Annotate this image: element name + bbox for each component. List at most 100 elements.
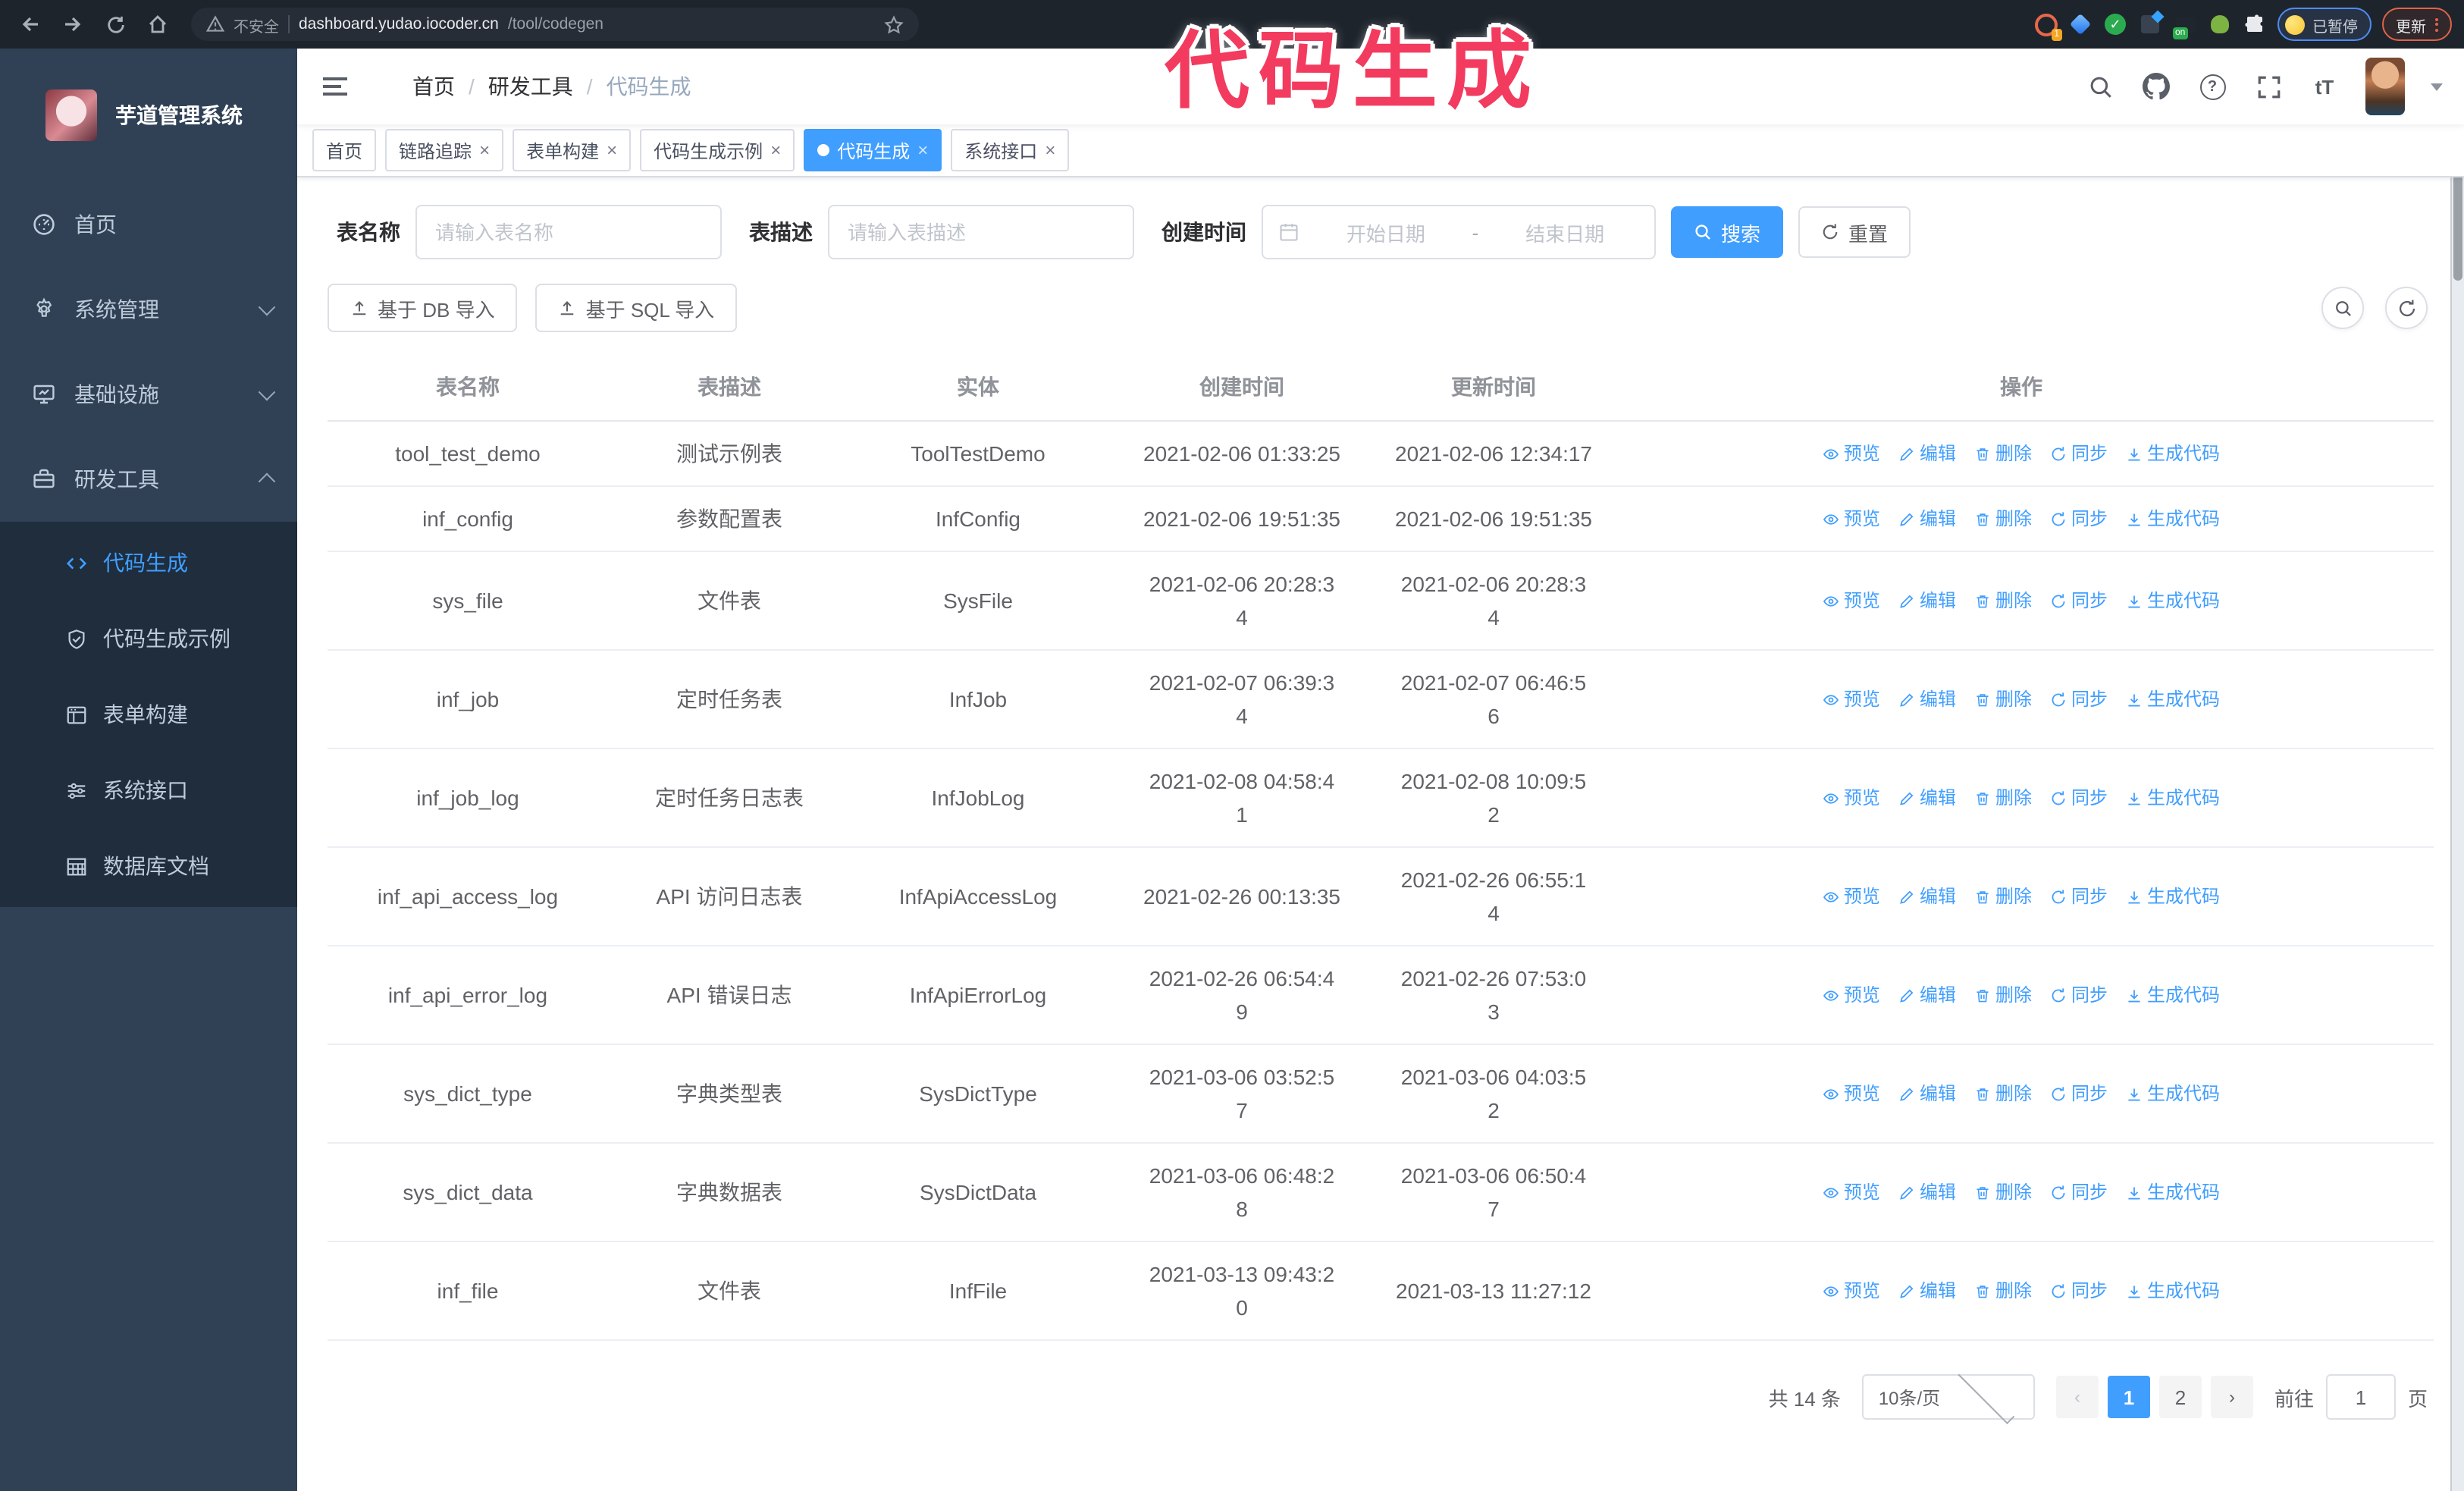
extension-green-icon[interactable] bbox=[2208, 12, 2232, 36]
extension-check-icon[interactable] bbox=[2103, 12, 2127, 36]
preview-link[interactable]: 预览 bbox=[1823, 683, 1880, 716]
github-icon[interactable] bbox=[2141, 71, 2171, 102]
generate-code-link[interactable]: 生成代码 bbox=[2126, 584, 2220, 617]
extension-gem-icon[interactable] bbox=[2068, 12, 2093, 36]
sync-link[interactable]: 同步 bbox=[2050, 1077, 2108, 1110]
tab-tracing[interactable]: 链路追踪 bbox=[385, 129, 504, 171]
generate-code-link[interactable]: 生成代码 bbox=[2126, 1077, 2220, 1110]
sidebar-item-infra[interactable]: 基础设施 bbox=[0, 352, 297, 437]
close-icon[interactable] bbox=[479, 141, 490, 159]
delete-link[interactable]: 删除 bbox=[1974, 1077, 2032, 1110]
delete-link[interactable]: 删除 bbox=[1974, 880, 2032, 913]
refresh-table-button[interactable] bbox=[2385, 287, 2428, 329]
extension-on-icon[interactable]: on bbox=[2172, 12, 2197, 39]
extension-grid-icon[interactable] bbox=[2138, 12, 2162, 36]
back-icon[interactable] bbox=[12, 6, 49, 42]
date-range-picker[interactable]: 开始日期 - 结束日期 bbox=[1262, 205, 1656, 259]
sync-link[interactable]: 同步 bbox=[2050, 880, 2108, 913]
tab-codegen[interactable]: 代码生成 bbox=[804, 129, 942, 171]
generate-code-link[interactable]: 生成代码 bbox=[2126, 1274, 2220, 1307]
preview-link[interactable]: 预览 bbox=[1823, 584, 1880, 617]
help-icon[interactable] bbox=[2197, 71, 2227, 102]
close-icon[interactable] bbox=[607, 141, 617, 159]
breadcrumb-devtools[interactable]: 研发工具 bbox=[488, 71, 573, 102]
edit-link[interactable]: 编辑 bbox=[1898, 1274, 1956, 1307]
sync-link[interactable]: 同步 bbox=[2050, 978, 2108, 1012]
sidebar-logo[interactable]: 芋道管理系统 bbox=[0, 49, 297, 182]
sidebar-item-codegen[interactable]: 代码生成 bbox=[0, 525, 297, 601]
table-desc-input[interactable] bbox=[828, 205, 1134, 259]
extensions-puzzle-icon[interactable] bbox=[2243, 12, 2267, 36]
preview-link[interactable]: 预览 bbox=[1823, 437, 1880, 470]
edit-link[interactable]: 编辑 bbox=[1898, 1176, 1956, 1209]
edit-link[interactable]: 编辑 bbox=[1898, 1077, 1956, 1110]
update-button[interactable]: 更新 bbox=[2382, 8, 2452, 41]
browser-scrollbar[interactable] bbox=[2450, 49, 2464, 1491]
close-icon[interactable] bbox=[917, 141, 928, 159]
delete-link[interactable]: 删除 bbox=[1974, 978, 2032, 1012]
tab-form-builder[interactable]: 表单构建 bbox=[513, 129, 632, 171]
table-name-input[interactable] bbox=[415, 205, 722, 259]
page-button-1[interactable]: 1 bbox=[2107, 1376, 2150, 1418]
hamburger-icon[interactable] bbox=[297, 49, 373, 124]
delete-link[interactable]: 删除 bbox=[1974, 1176, 2032, 1209]
generate-code-link[interactable]: 生成代码 bbox=[2126, 978, 2220, 1012]
sidebar-item-db-doc[interactable]: 数据库文档 bbox=[0, 828, 297, 904]
generate-code-link[interactable]: 生成代码 bbox=[2126, 502, 2220, 535]
edit-link[interactable]: 编辑 bbox=[1898, 978, 1956, 1012]
extension-orange-icon[interactable]: 1 bbox=[2033, 12, 2062, 41]
sidebar-item-form-builder[interactable]: 表单构建 bbox=[0, 676, 297, 752]
preview-link[interactable]: 预览 bbox=[1823, 880, 1880, 913]
import-db-button[interactable]: 基于 DB 导入 bbox=[328, 284, 518, 332]
page-size-select[interactable]: 10条/页 bbox=[1861, 1367, 2035, 1424]
edit-link[interactable]: 编辑 bbox=[1898, 502, 1956, 535]
sync-link[interactable]: 同步 bbox=[2050, 1274, 2108, 1307]
sidebar-item-devtools[interactable]: 研发工具 bbox=[0, 437, 297, 522]
delete-link[interactable]: 删除 bbox=[1974, 1274, 2032, 1307]
sync-link[interactable]: 同步 bbox=[2050, 584, 2108, 617]
tab-codegen-example[interactable]: 代码生成示例 bbox=[640, 129, 795, 171]
fullscreen-icon[interactable] bbox=[2253, 71, 2284, 102]
search-button[interactable]: 搜索 bbox=[1671, 206, 1784, 258]
generate-code-link[interactable]: 生成代码 bbox=[2126, 781, 2220, 815]
generate-code-link[interactable]: 生成代码 bbox=[2126, 683, 2220, 716]
font-size-icon[interactable] bbox=[2309, 71, 2340, 102]
edit-link[interactable]: 编辑 bbox=[1898, 437, 1956, 470]
close-icon[interactable] bbox=[1045, 141, 1055, 159]
generate-code-link[interactable]: 生成代码 bbox=[2126, 880, 2220, 913]
preview-link[interactable]: 预览 bbox=[1823, 502, 1880, 535]
close-icon[interactable] bbox=[770, 141, 781, 159]
preview-link[interactable]: 预览 bbox=[1823, 1077, 1880, 1110]
prev-page-button[interactable]: ‹ bbox=[2055, 1376, 2099, 1418]
user-avatar[interactable] bbox=[2365, 58, 2405, 115]
reload-icon[interactable] bbox=[97, 6, 133, 42]
sync-link[interactable]: 同步 bbox=[2050, 437, 2108, 470]
kebab-menu-icon[interactable] bbox=[2435, 17, 2438, 31]
forward-icon[interactable] bbox=[55, 6, 91, 42]
preview-link[interactable]: 预览 bbox=[1823, 1274, 1880, 1307]
home-icon[interactable] bbox=[140, 6, 176, 42]
edit-link[interactable]: 编辑 bbox=[1898, 683, 1956, 716]
preview-link[interactable]: 预览 bbox=[1823, 1176, 1880, 1209]
breadcrumb-home[interactable]: 首页 bbox=[412, 71, 455, 102]
tab-system-api[interactable]: 系统接口 bbox=[951, 129, 1070, 171]
sidebar-item-system-api[interactable]: 系统接口 bbox=[0, 752, 297, 828]
edit-link[interactable]: 编辑 bbox=[1898, 880, 1956, 913]
search-icon[interactable] bbox=[2085, 71, 2115, 102]
bookmark-star-icon[interactable] bbox=[884, 14, 904, 34]
preview-link[interactable]: 预览 bbox=[1823, 978, 1880, 1012]
sidebar-item-home[interactable]: 首页 bbox=[0, 182, 297, 267]
sync-link[interactable]: 同步 bbox=[2050, 781, 2108, 815]
sidebar-item-codegen-example[interactable]: 代码生成示例 bbox=[0, 601, 297, 676]
delete-link[interactable]: 删除 bbox=[1974, 781, 2032, 815]
edit-link[interactable]: 编辑 bbox=[1898, 781, 1956, 815]
sync-link[interactable]: 同步 bbox=[2050, 683, 2108, 716]
toggle-search-button[interactable] bbox=[2321, 287, 2364, 329]
delete-link[interactable]: 删除 bbox=[1974, 437, 2032, 470]
sync-link[interactable]: 同步 bbox=[2050, 502, 2108, 535]
url-bar[interactable]: 不安全 dashboard.yudao.iocoder.cn/tool/code… bbox=[191, 8, 919, 41]
sidebar-item-system[interactable]: 系统管理 bbox=[0, 267, 297, 352]
paused-badge[interactable]: 已暂停 bbox=[2277, 8, 2372, 41]
import-sql-button[interactable]: 基于 SQL 导入 bbox=[535, 284, 738, 332]
reset-button[interactable]: 重置 bbox=[1798, 206, 1911, 258]
